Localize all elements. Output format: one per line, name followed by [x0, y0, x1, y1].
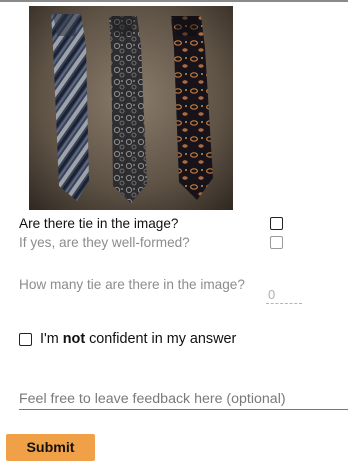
tie-present-checkbox[interactable] — [270, 217, 283, 230]
feedback-input[interactable] — [19, 388, 348, 410]
top-divider — [0, 0, 348, 2]
question-well-formed: If yes, are they well-formed? — [19, 235, 190, 250]
submit-button[interactable]: Submit — [6, 434, 95, 461]
not-confident-checkbox[interactable] — [19, 333, 32, 346]
image-under-review — [29, 6, 233, 210]
question-tie-present: Are there tie in the image? — [19, 216, 179, 231]
not-confident-label: I'm not confident in my answer — [40, 331, 237, 347]
question-tie-count: How many tie are there in the image? — [19, 277, 245, 292]
tie-count-input[interactable] — [266, 286, 302, 304]
well-formed-checkbox[interactable] — [270, 236, 283, 249]
